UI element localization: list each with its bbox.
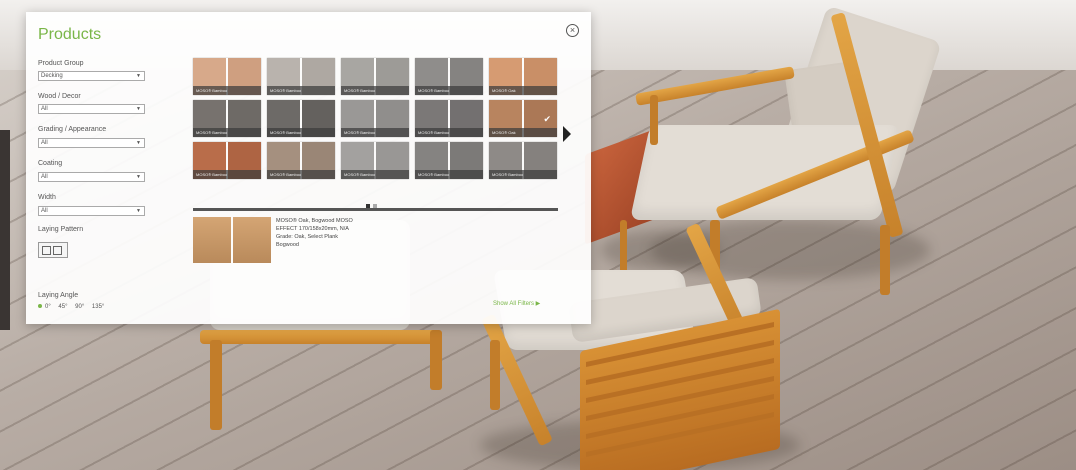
product-swatch[interactable]: MOSO® Bamboo: [341, 58, 409, 95]
checkmark-icon: ✔: [543, 114, 551, 124]
wood-decor-label: Wood / Decor: [38, 93, 81, 100]
swatch-label: MOSO® Bamboo: [193, 170, 261, 179]
laying-angle-options: 0° 45° 90° 135°: [38, 304, 110, 310]
dropdown-arrow-icon: ▼: [136, 208, 141, 214]
product-group-select[interactable]: Decking ▼: [38, 71, 145, 81]
laying-angle-label: Laying Angle: [38, 292, 79, 299]
swatch-label: MOSO® Bamboo: [267, 128, 335, 137]
angle-option-45[interactable]: 45°: [58, 304, 67, 310]
product-swatch[interactable]: MOSO® Oak: [489, 58, 557, 95]
product-swatch[interactable]: MOSO® Bamboo: [193, 58, 261, 95]
grading-label: Grading / Appearance: [38, 126, 107, 133]
angle-option-90[interactable]: 90°: [75, 304, 84, 310]
swatch-label: MOSO® Oak: [489, 128, 557, 137]
dropdown-arrow-icon: ▼: [136, 174, 141, 180]
product-swatch[interactable]: MOSO® Bamboo: [267, 142, 335, 179]
coating-select[interactable]: All ▼: [38, 172, 145, 182]
swatch-label: MOSO® Oak: [489, 86, 557, 95]
swatch-label: MOSO® Bamboo: [341, 170, 409, 179]
product-swatch[interactable]: MOSO® Bamboo: [415, 100, 483, 137]
grading-value: All: [41, 140, 48, 146]
laying-pattern-button[interactable]: [38, 242, 68, 258]
next-page-arrow-icon[interactable]: [563, 126, 571, 142]
dropdown-arrow-icon: ▼: [136, 73, 141, 79]
width-select[interactable]: All ▼: [38, 206, 145, 216]
product-swatch[interactable]: MOSO® Bamboo: [341, 142, 409, 179]
product-swatch[interactable]: MOSO® Bamboo: [193, 100, 261, 137]
swatch-label: MOSO® Bamboo: [193, 128, 261, 137]
show-all-filters-link[interactable]: Show All Filters ▶: [493, 300, 540, 307]
coating-value: All: [41, 174, 48, 180]
product-swatch[interactable]: MOSO® Oak ✔: [489, 100, 557, 137]
left-edge-strip: [0, 130, 10, 330]
swatch-label: MOSO® Bamboo: [193, 86, 261, 95]
detail-line: MOSO® Oak, Bogwood MOSO: [276, 218, 353, 224]
product-swatch[interactable]: MOSO® Bamboo: [489, 142, 557, 179]
swatch-label: MOSO® Bamboo: [415, 128, 483, 137]
dropdown-arrow-icon: ▼: [136, 140, 141, 146]
dropdown-arrow-icon: ▼: [136, 106, 141, 112]
swatch-label: MOSO® Bamboo: [267, 170, 335, 179]
detail-line: Grade: Oak, Select Plank: [276, 234, 339, 240]
detail-line: EFFECT 170/158x20mm, N/A: [276, 226, 349, 232]
detail-line: Bogwood: [276, 242, 299, 248]
product-group-value: Decking: [41, 73, 63, 79]
pattern-icon: [42, 246, 51, 255]
product-swatch[interactable]: MOSO® Bamboo: [267, 100, 335, 137]
product-swatch[interactable]: MOSO® Bamboo: [415, 142, 483, 179]
swatch-label: MOSO® Bamboo: [341, 128, 409, 137]
selected-swatch-preview: [193, 217, 271, 263]
product-swatch[interactable]: MOSO® Bamboo: [193, 142, 261, 179]
radio-selected-icon: [38, 304, 42, 309]
product-swatch[interactable]: MOSO® Bamboo: [267, 58, 335, 95]
divider: [193, 208, 558, 211]
swatch-label: MOSO® Bamboo: [267, 86, 335, 95]
coating-label: Coating: [38, 160, 63, 167]
width-label: Width: [38, 194, 56, 201]
wood-decor-select[interactable]: All ▼: [38, 104, 145, 114]
panel-title: Products: [38, 26, 102, 43]
laying-pattern-label: Laying Pattern: [38, 226, 84, 233]
product-swatch[interactable]: MOSO® Bamboo: [415, 58, 483, 95]
product-group-label: Product Group: [38, 60, 84, 67]
close-icon[interactable]: ×: [566, 24, 579, 37]
swatch-label: MOSO® Bamboo: [489, 170, 557, 179]
angle-option-135[interactable]: 135°: [92, 304, 104, 310]
selected-product-details: MOSO® Oak, Bogwood MOSO EFFECT 170/158x2…: [276, 217, 396, 249]
grading-select[interactable]: All ▼: [38, 138, 145, 148]
swatch-label: MOSO® Bamboo: [415, 86, 483, 95]
product-swatch[interactable]: MOSO® Bamboo: [341, 100, 409, 137]
swatch-label: MOSO® Bamboo: [341, 86, 409, 95]
wood-decor-value: All: [41, 106, 48, 112]
width-value: All: [41, 208, 48, 214]
products-panel: Products × Product Group Decking ▼ Wood …: [26, 12, 591, 324]
angle-option-0[interactable]: 0°: [38, 304, 51, 310]
swatch-label: MOSO® Bamboo: [415, 170, 483, 179]
pattern-icon: [53, 246, 62, 255]
